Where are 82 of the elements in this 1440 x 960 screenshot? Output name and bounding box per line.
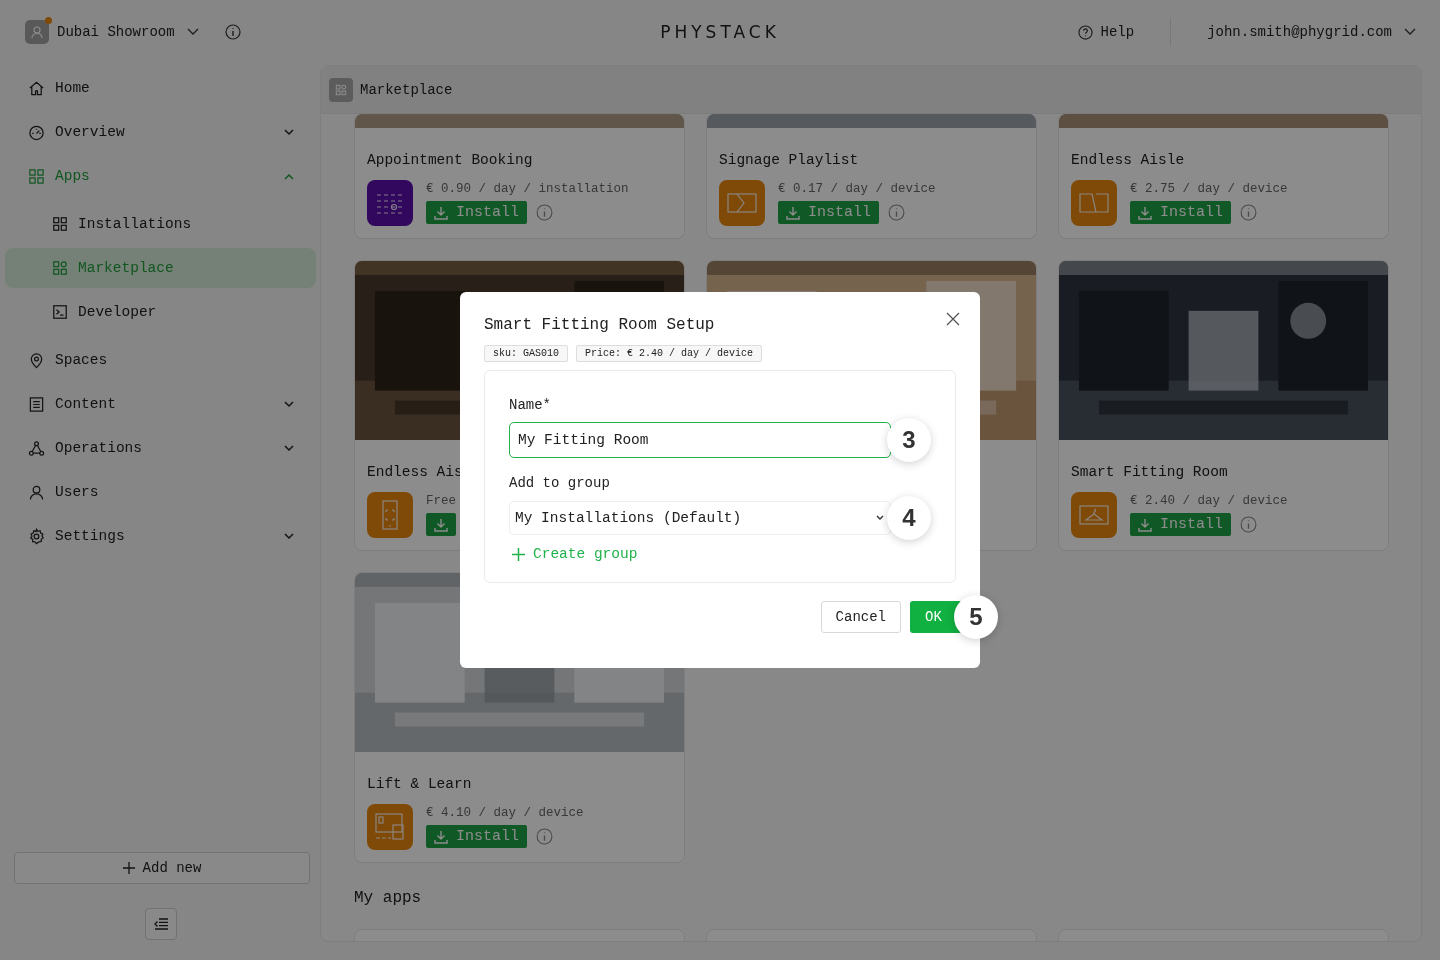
logo[interactable]: PHYSTACK [660,22,780,42]
close-icon [946,312,960,326]
cancel-button[interactable]: Cancel [820,601,901,633]
nav-icon [28,483,45,501]
plus-icon [122,862,135,874]
price-text: € 2.75 / day / device [1130,182,1288,196]
sidebar-item[interactable]: Home [5,68,316,108]
field-label: Name* [509,397,552,413]
nav-icon [52,260,68,276]
app-name: Signage Playlist [719,152,860,168]
chevron-down-icon [284,128,294,136]
nav-icon [28,351,45,369]
step-marker: 3 [887,418,931,462]
info-tag: Price: € 2.40 / day / device [576,345,763,362]
avatar-icon[interactable] [25,20,49,44]
nav-icon [28,79,45,97]
marketplace-icon [329,77,353,102]
sidebar-item[interactable]: Operations [5,428,316,468]
panel-title: Marketplace [360,81,453,98]
nav-icon [52,216,68,232]
install-button[interactable] [426,513,456,536]
info-icon[interactable] [224,24,241,40]
chevron-down-icon [284,444,294,452]
help-button[interactable]: Help [1077,24,1135,40]
app-card[interactable]: Endless Aisle € 2.75 / day / device Install [1058,114,1389,239]
download-icon [786,205,800,220]
download-icon [434,829,448,844]
app-name: Smart Fitting Room [1071,464,1229,480]
nav-icon [28,527,45,545]
sidebar-item[interactable]: Settings [5,516,316,556]
plus-icon [512,547,525,561]
dialog-title: Smart Fitting Room Setup [484,316,715,334]
download-icon [434,517,448,532]
nav-icon [28,123,45,141]
ok-button[interactable]: OK [910,601,962,633]
app-card[interactable]: Appointment Booking € 0.90 / day / installation Install [354,114,685,239]
chevron-up-icon [284,172,294,180]
section-title: My apps [354,889,423,907]
create-group-link[interactable]: Create group [509,546,641,562]
app-card[interactable]: Smart Fitting Room € 2.40 / day / device Install [1058,260,1389,551]
sidebar-item[interactable]: Content [5,384,316,424]
sidebar-item[interactable]: Users [5,472,316,512]
chevron-down-icon [284,532,294,540]
sidebar-subitem[interactable]: Developer [5,292,316,332]
step-marker: 4 [887,496,931,540]
download-icon [1138,517,1152,532]
add-new-button[interactable]: Add new [14,852,310,884]
field-label: Add to group [509,475,611,491]
indent-icon [153,918,168,930]
info-tag: sku: GAS010 [484,345,568,362]
info-icon[interactable] [536,828,553,845]
info-icon[interactable] [1240,516,1257,533]
app-card[interactable]: Signage Playlist € 0.17 / day / device Install [706,114,1037,239]
download-icon [434,205,448,220]
chevron-down-icon [1404,28,1416,36]
nav-icon [28,167,45,185]
chevron-down-icon [876,515,884,521]
chevron-down-icon [186,28,199,36]
app-name: Lift & Learn [367,776,473,792]
sidebar-subitem[interactable]: Installations [5,204,316,244]
price-text: € 0.17 / day / device [778,182,936,196]
nav-icon [52,304,68,320]
download-icon [1138,205,1152,220]
app-name: Appointment Booking [367,152,534,168]
price-text: € 2.40 / day / device [1130,494,1288,508]
price-text: € 4.10 / day / device [426,806,584,820]
sidebar-item[interactable]: Overview [5,112,316,152]
sidebar-item[interactable]: Spaces [5,340,316,380]
account-menu[interactable]: john.smith@phygrid.com [1207,24,1416,40]
price-text: Free [426,494,456,508]
info-icon[interactable] [888,204,905,221]
nav-icon [28,395,45,413]
chevron-down-icon [284,400,294,408]
collapse-sidebar-button[interactable] [144,908,177,940]
location-selector[interactable]: Dubai Showroom [57,24,199,40]
info-icon[interactable] [536,204,553,221]
name-input-field[interactable]: My Fitting Room [509,422,891,458]
app-name: Endless Aisle [1071,152,1186,168]
help-icon [1077,24,1093,40]
info-icon[interactable] [1240,204,1257,221]
price-text: € 0.90 / day / installation [426,182,629,196]
nav-icon [28,439,45,457]
